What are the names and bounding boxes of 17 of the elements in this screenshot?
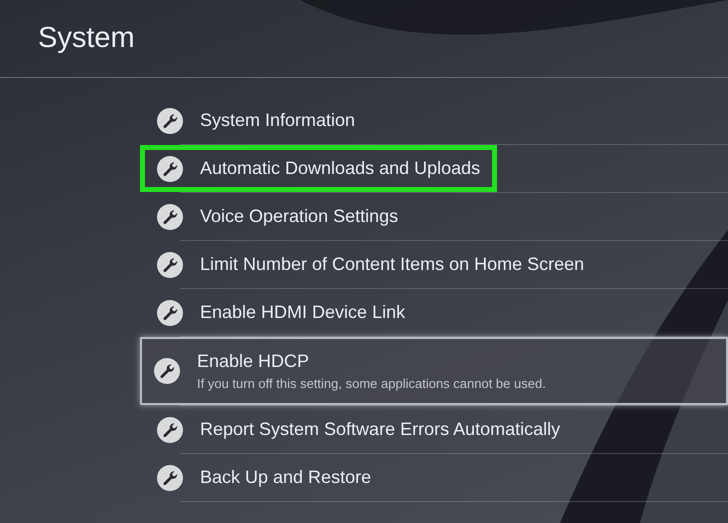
- menu-item[interactable]: Automatic Downloads and Uploads: [140, 145, 498, 192]
- screen-title: System: [38, 22, 135, 55]
- menu-item[interactable]: Back Up and Restore: [140, 454, 388, 501]
- wrench-icon: [157, 300, 183, 326]
- wrench-icon: [157, 464, 183, 490]
- wrench-icon: [157, 252, 183, 278]
- wrench-icon: [157, 108, 183, 134]
- wrench-icon: [157, 204, 183, 230]
- wrench-icon: [157, 416, 183, 442]
- menu-item[interactable]: Voice Operation Settings: [140, 193, 416, 240]
- menu-item[interactable]: Enable HDMI Device Link: [140, 289, 422, 336]
- wrench-icon: [154, 358, 180, 384]
- menu-item[interactable]: Limit Number of Content Items on Home Screen: [140, 241, 602, 288]
- menu-item[interactable]: Report System Software Errors Automatically: [140, 406, 578, 453]
- wrench-icon: [157, 156, 183, 182]
- menu-item[interactable]: System Information: [140, 97, 372, 144]
- menu-item[interactable]: Enable HDCP If you turn off this setting, some applications cannot be used.: [140, 337, 728, 405]
